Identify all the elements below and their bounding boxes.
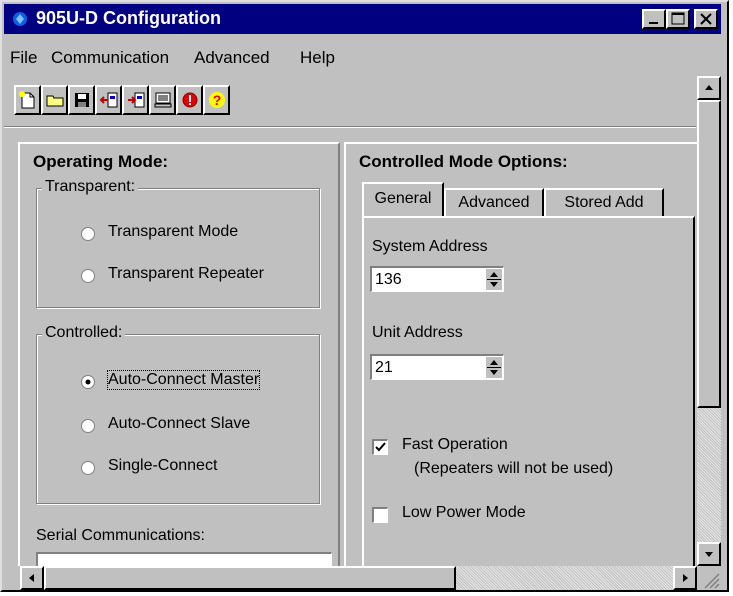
spin-updown-icon[interactable] bbox=[486, 357, 502, 378]
radio-single-connect[interactable] bbox=[80, 460, 96, 476]
open-icon[interactable] bbox=[41, 85, 68, 115]
general-tab-page: System Address 136 Unit Address 21 Fast … bbox=[362, 216, 695, 566]
radio-transparent-repeater[interactable] bbox=[80, 268, 96, 284]
system-address-spinbox[interactable]: 136 bbox=[370, 266, 504, 292]
save-icon[interactable] bbox=[68, 85, 95, 115]
scroll-right-button[interactable] bbox=[673, 566, 697, 590]
auto-connect-master-label[interactable]: Auto-Connect Master bbox=[106, 370, 261, 390]
auto-connect-slave-label[interactable]: Auto-Connect Slave bbox=[108, 415, 250, 433]
transparent-repeater-label[interactable]: Transparent Repeater bbox=[108, 265, 264, 283]
transparent-group bbox=[36, 188, 320, 308]
operating-mode-panel: Operating Mode: Transparent: Transparent… bbox=[18, 142, 340, 566]
single-connect-label[interactable]: Single-Connect bbox=[108, 457, 217, 475]
fast-operation-checkbox[interactable] bbox=[372, 439, 388, 455]
minimize-button[interactable] bbox=[642, 9, 666, 29]
read-icon[interactable] bbox=[95, 85, 122, 115]
unit-address-value: 21 bbox=[375, 359, 393, 376]
maximize-button[interactable] bbox=[666, 9, 690, 29]
vertical-scroll-thumb[interactable] bbox=[697, 100, 721, 408]
horizontal-scroll-thumb[interactable] bbox=[44, 566, 456, 590]
new-icon[interactable] bbox=[14, 85, 41, 115]
help-icon[interactable]: ? bbox=[203, 85, 230, 115]
monitor-icon[interactable] bbox=[149, 85, 176, 115]
menu-advanced[interactable]: Advanced bbox=[194, 48, 270, 68]
controlled-options-title: Controlled Mode Options: bbox=[356, 152, 571, 172]
operating-mode-title: Operating Mode: bbox=[30, 152, 172, 172]
serial-communications-box[interactable] bbox=[36, 552, 332, 566]
low-power-checkbox[interactable] bbox=[372, 507, 388, 523]
low-power-label[interactable]: Low Power Mode bbox=[402, 504, 526, 522]
scroll-left-button[interactable] bbox=[20, 566, 44, 590]
scroll-up-button[interactable] bbox=[697, 76, 721, 100]
radio-auto-connect-slave[interactable] bbox=[80, 418, 96, 434]
toolbar-separator bbox=[4, 126, 696, 128]
transparent-label: Transparent: bbox=[42, 178, 139, 196]
controlled-options-panel: Controlled Mode Options: General Advance… bbox=[344, 142, 697, 566]
spin-updown-icon[interactable] bbox=[486, 269, 502, 290]
horizontal-scrollbar[interactable] bbox=[44, 566, 673, 590]
menu-bar: File Communication Advanced Help bbox=[4, 36, 721, 72]
tab-general[interactable]: General bbox=[362, 182, 444, 216]
title-bar[interactable]: 905U-D Configuration bbox=[4, 4, 721, 34]
app-icon bbox=[13, 12, 27, 26]
menu-help[interactable]: Help bbox=[300, 48, 335, 68]
vertical-scrollbar[interactable] bbox=[697, 76, 721, 566]
form-area: Operating Mode: Transparent: Transparent… bbox=[14, 140, 697, 566]
fast-operation-label[interactable]: Fast Operation bbox=[402, 436, 508, 454]
unit-address-spinbox[interactable]: 21 bbox=[370, 354, 504, 380]
window-title: 905U-D Configuration bbox=[36, 8, 222, 28]
transparent-mode-label[interactable]: Transparent Mode bbox=[108, 223, 238, 241]
scroll-down-button[interactable] bbox=[697, 542, 721, 566]
system-address-label: System Address bbox=[372, 238, 488, 255]
system-address-value: 136 bbox=[375, 271, 402, 288]
toolbar: ? bbox=[4, 76, 696, 126]
radio-transparent-mode[interactable] bbox=[80, 226, 96, 242]
resize-grip-icon[interactable] bbox=[697, 566, 721, 590]
close-button[interactable] bbox=[694, 9, 718, 29]
fast-operation-note: (Repeaters will not be used) bbox=[414, 460, 614, 477]
write-icon[interactable] bbox=[122, 85, 149, 115]
diagnostics-icon[interactable] bbox=[176, 85, 203, 115]
unit-address-label: Unit Address bbox=[372, 324, 463, 341]
svg-text:?: ? bbox=[213, 92, 222, 108]
radio-auto-connect-master[interactable] bbox=[80, 374, 96, 390]
controlled-label: Controlled: bbox=[42, 324, 126, 342]
menu-file[interactable]: File bbox=[10, 48, 37, 68]
serial-communications-label: Serial Communications: bbox=[36, 527, 205, 544]
menu-communication[interactable]: Communication bbox=[51, 48, 169, 68]
tab-advanced[interactable]: Advanced bbox=[444, 188, 544, 216]
tab-stored-add[interactable]: Stored Add bbox=[544, 188, 664, 216]
